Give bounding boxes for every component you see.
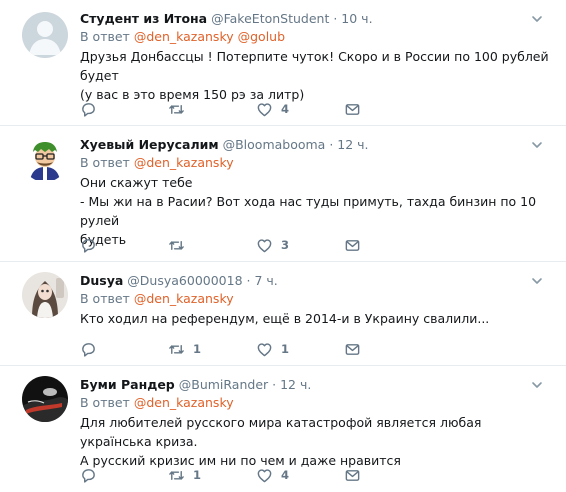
author-handle[interactable]: @Dusya60000018 [127, 273, 242, 288]
author-name[interactable]: Студент из Итона [80, 11, 207, 26]
avatar-default[interactable] [22, 12, 68, 58]
tweet-text-line: Кто ходил на референдум, ещё в 2014-и в … [80, 311, 490, 326]
direct-message-button[interactable] [344, 236, 374, 254]
direct-message-button[interactable] [344, 340, 374, 358]
tweet-text: Для любителей русского мира катастрофой … [80, 413, 554, 470]
tweet-actions: 3 [80, 236, 374, 254]
tweet[interactable]: Хуевый Иерусалим @Bloomabooma · 12 ч. В … [0, 126, 566, 262]
retweet-button[interactable] [168, 100, 256, 118]
avatar-doll[interactable] [22, 272, 68, 318]
retweet-icon [169, 104, 184, 114]
author-name[interactable]: Dusya [80, 273, 123, 288]
tweet[interactable]: Dusya @Dusya60000018 · 7 ч. В ответ @den… [0, 262, 566, 366]
like-count: 3 [281, 238, 290, 252]
direct-message-icon [345, 239, 360, 251]
tweet[interactable]: Буми Рандер @BumiRander · 12 ч. В ответ … [0, 366, 566, 492]
like-count: 1 [281, 342, 290, 356]
reply-prefix: В ответ [80, 155, 130, 170]
retweet-icon [169, 344, 184, 354]
like-button[interactable]: 4 [256, 466, 344, 484]
retweet-button[interactable]: 1 [168, 340, 256, 358]
reply-button[interactable] [80, 466, 168, 484]
reply-context: В ответ @den_kazansky @golub [80, 28, 554, 46]
reply-to-link[interactable]: @den_kazansky [134, 395, 234, 410]
reply-icon [82, 468, 95, 483]
author-handle[interactable]: @BumiRander [179, 377, 268, 392]
reply-icon [82, 102, 95, 117]
tweet-text-line: Они скажут тебе [80, 175, 193, 190]
reply-button[interactable] [80, 340, 168, 358]
retweet-count: 1 [193, 468, 202, 482]
reply-context: В ответ @den_kazansky [80, 290, 554, 308]
retweet-count: 1 [193, 342, 202, 356]
like-button[interactable]: 1 [256, 340, 344, 358]
reply-button[interactable] [80, 100, 168, 118]
retweet-icon [169, 240, 184, 250]
reply-icon [82, 238, 95, 253]
like-count: 4 [281, 468, 290, 482]
tweet-time[interactable]: · 10 ч. [333, 11, 372, 26]
chevron-down-icon[interactable] [530, 12, 544, 26]
avatar-dark-photo[interactable] [22, 376, 68, 422]
tweet-actions: 1 1 [80, 340, 374, 358]
reply-context: В ответ @den_kazansky [80, 154, 554, 172]
reply-prefix: В ответ [80, 29, 130, 44]
tweet-text-line: Для любителей русского мира катастрофой … [80, 415, 482, 449]
reply-to-link[interactable]: @den_kazansky @golub [134, 29, 285, 44]
like-button[interactable]: 4 [256, 100, 344, 118]
chevron-down-icon[interactable] [530, 274, 544, 288]
like-button[interactable]: 3 [256, 236, 344, 254]
author-name[interactable]: Хуевый Иерусалим [80, 137, 219, 152]
like-count: 4 [281, 102, 290, 116]
tweet-actions: 1 4 [80, 466, 374, 484]
direct-message-icon [345, 469, 360, 481]
tweet-text-line: Друзья Донбассцы ! Потерпите чуток! Скор… [80, 49, 549, 83]
retweet-button[interactable] [168, 236, 256, 254]
reply-icon [82, 342, 95, 357]
tweet-time[interactable]: · 12 ч. [272, 377, 311, 392]
reply-button[interactable] [80, 236, 168, 254]
heart-icon [257, 238, 272, 252]
reply-prefix: В ответ [80, 291, 130, 306]
tweet-time[interactable]: · 12 ч. [329, 137, 368, 152]
retweet-button[interactable]: 1 [168, 466, 256, 484]
tweet[interactable]: Студент из Итона @FakeEtonStudent · 10 ч… [0, 0, 566, 126]
reply-context: В ответ @den_kazansky [80, 394, 554, 412]
author-name[interactable]: Буми Рандер [80, 377, 175, 392]
retweet-icon [169, 470, 184, 480]
heart-icon [257, 342, 272, 356]
tweet-actions: 4 [80, 100, 374, 118]
tweet-text-line: - Мы жи на в Расии? Вот хода нас туды пр… [80, 194, 537, 228]
heart-icon [257, 102, 272, 116]
avatar-cartoon-character[interactable] [22, 136, 68, 182]
tweet-text: Кто ходил на референдум, ещё в 2014-и в … [80, 309, 554, 328]
direct-message-button[interactable] [344, 466, 374, 484]
chevron-down-icon[interactable] [530, 138, 544, 152]
direct-message-button[interactable] [344, 100, 374, 118]
reply-to-link[interactable]: @den_kazansky [134, 155, 234, 170]
tweet-time[interactable]: · 7 ч. [247, 273, 278, 288]
chevron-down-icon[interactable] [530, 378, 544, 392]
reply-to-link[interactable]: @den_kazansky [134, 291, 234, 306]
direct-message-icon [345, 103, 360, 115]
reply-prefix: В ответ [80, 395, 130, 410]
tweet-text: Друзья Донбассцы ! Потерпите чуток! Скор… [80, 47, 554, 104]
author-handle[interactable]: @Bloomabooma [223, 137, 326, 152]
heart-icon [257, 468, 272, 482]
author-handle[interactable]: @FakeEtonStudent [211, 11, 329, 26]
direct-message-icon [345, 343, 360, 355]
